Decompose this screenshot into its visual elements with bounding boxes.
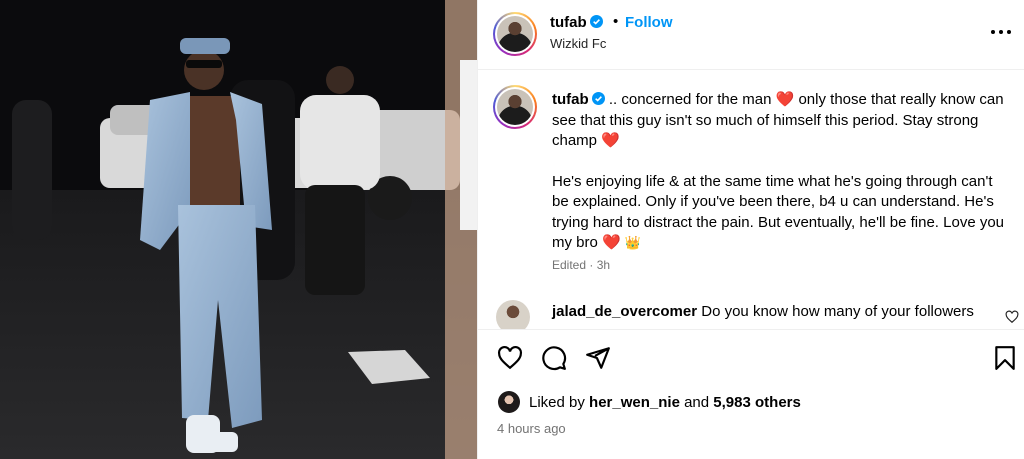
comment-row: jalad_de_overcomer Do you know how many … bbox=[478, 296, 1024, 330]
likes-and: and bbox=[684, 393, 710, 411]
post-header: tufab • Follow Wizkid Fc bbox=[478, 0, 1024, 70]
more-options-icon[interactable] bbox=[989, 22, 1013, 42]
heart-emoji-icon: ❤️ bbox=[602, 234, 621, 251]
crown-emoji-icon: 👑 bbox=[624, 235, 642, 250]
likes-prefix: Liked by bbox=[529, 393, 585, 411]
post-location[interactable]: Wizkid Fc bbox=[550, 36, 606, 51]
post-actions bbox=[478, 340, 1024, 376]
liker-username[interactable]: her_wen_nie bbox=[589, 394, 680, 411]
caption-author-avatar[interactable] bbox=[493, 85, 537, 129]
verified-badge-icon bbox=[589, 15, 603, 28]
caption-author-username[interactable]: tufab bbox=[552, 91, 589, 108]
header-separator: • bbox=[613, 13, 619, 30]
comment-icon[interactable] bbox=[541, 345, 567, 371]
verified-badge-icon bbox=[591, 92, 605, 105]
liker-avatar[interactable] bbox=[498, 391, 520, 413]
follow-button[interactable]: Follow bbox=[625, 14, 673, 31]
post-caption: tufab .. concerned for the man ❤️ only t… bbox=[478, 70, 1024, 285]
bookmark-icon[interactable] bbox=[992, 345, 1018, 371]
commenter-avatar[interactable] bbox=[496, 300, 530, 329]
comment-text: Do you know how many of your followers bbox=[701, 303, 974, 320]
heart-emoji-icon: ❤️ bbox=[601, 132, 620, 149]
likes-count[interactable]: 5,983 others bbox=[713, 394, 801, 411]
caption-edited-time: Edited · 3h bbox=[552, 258, 611, 272]
post-side-panel: tufab • Follow Wizkid Fc tufab .. concer… bbox=[477, 0, 1024, 459]
heart-icon[interactable] bbox=[497, 345, 523, 371]
author-username[interactable]: tufab bbox=[550, 14, 587, 31]
comment-like-icon[interactable] bbox=[1005, 310, 1019, 324]
caption-line1a: .. concerned for the man bbox=[608, 91, 772, 108]
heart-emoji-icon: ❤️ bbox=[775, 91, 795, 108]
commenter-username[interactable]: jalad_de_overcomer bbox=[552, 303, 697, 320]
caption-text: tufab .. concerned for the man ❤️ only t… bbox=[552, 90, 1007, 274]
night-street-photo bbox=[0, 0, 477, 459]
share-icon[interactable] bbox=[585, 345, 611, 371]
post-time-ago[interactable]: 4 hours ago bbox=[497, 421, 566, 436]
author-avatar[interactable] bbox=[493, 12, 537, 56]
post-photo[interactable] bbox=[0, 0, 477, 459]
likes-summary: Liked by her_wen_nie and 5,983 others bbox=[498, 390, 801, 414]
